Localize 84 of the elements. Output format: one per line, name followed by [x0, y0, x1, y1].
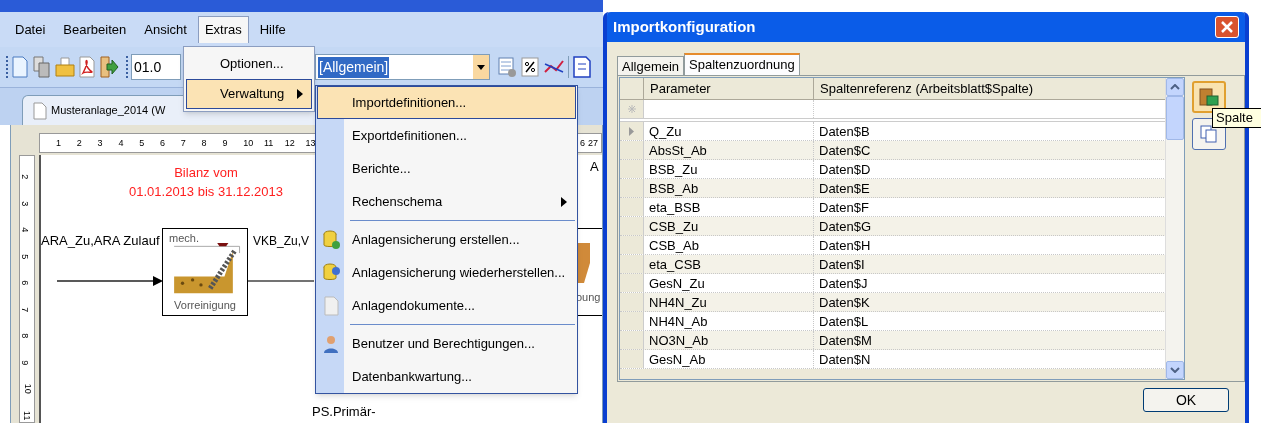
flow-label: A: [590, 158, 599, 176]
table-cell-text: Daten$L: [818, 313, 869, 330]
table-cell-text: Daten$J: [818, 275, 868, 292]
menu-item[interactable]: Anlagendokumente...: [317, 289, 576, 322]
menu-item[interactable]: Hilfe: [252, 15, 293, 44]
ruler-number: 10: [243, 137, 254, 150]
menu-item[interactable]: Bearbeiten: [56, 15, 134, 44]
ruler-number: 6: [160, 137, 165, 150]
menu-item[interactable]: Datei: [8, 15, 53, 44]
table-cell-text: Daten$N: [818, 351, 871, 368]
column-header[interactable]: Parameter: [644, 78, 814, 99]
table-cell: GesN_Zu: [644, 274, 814, 292]
diagram-title: Bilanz vom: [173, 164, 239, 182]
table-cell: NO3N_Ab: [644, 331, 814, 349]
view-combo[interactable]: [Allgemein]: [315, 54, 490, 80]
table-cell: CSB_Ab: [644, 236, 814, 254]
ruler-number: 3: [19, 200, 32, 206]
ruler-number: 9: [19, 359, 32, 365]
ruler-number: 4: [118, 137, 124, 150]
ruler-number: 4: [19, 227, 32, 233]
menu-item[interactable]: Importdefinitionen...: [317, 86, 576, 119]
table-cell-text: Daten$M: [818, 332, 872, 349]
ruler-number: 10: [21, 383, 34, 394]
tab[interactable]: Spaltenzuordnung: [684, 53, 800, 75]
date-field[interactable]: 01.0: [131, 54, 181, 80]
menu-item[interactable]: Datenbankwartung...: [317, 360, 576, 393]
tooltip: Spalte: [1212, 108, 1261, 128]
diagram-title: 01.01.2013 bis 31.12.2013: [128, 183, 284, 201]
table-cell: eta_CSB: [644, 255, 814, 273]
menu-item[interactable]: Anlagensicherung wiederherstellen...: [317, 256, 576, 289]
menu-item[interactable]: Anlagensicherung erstellen...: [317, 223, 576, 256]
ruler-number: 6: [19, 280, 32, 286]
ruler-number: 1: [56, 137, 61, 150]
ruler-number: 27: [588, 137, 598, 150]
table-cell-text: Daten$C: [818, 142, 871, 159]
table-cell-text: Daten$G: [818, 218, 872, 235]
menu-item[interactable]: Benutzer und Berechtigungen...: [317, 327, 576, 360]
table-cell: NH4N_Ab: [644, 312, 814, 330]
table-cell-text: Daten$H: [818, 237, 871, 254]
dialog-title: Importkonfiguration: [613, 16, 756, 37]
table-cell: GesN_Ab: [644, 350, 814, 368]
ruler-number: 7: [19, 306, 32, 312]
table-cell-text: Daten$K: [818, 294, 870, 311]
ruler-number: 8: [19, 333, 32, 339]
table-cell-text: Daten$I: [818, 256, 865, 273]
ruler-number: 12: [284, 137, 295, 150]
ruler-number: 3: [97, 137, 103, 150]
flow-label: ARA_Zu,ARA Zulauf: [41, 232, 160, 250]
ok-button[interactable]: OK: [1143, 388, 1229, 412]
menu-item[interactable]: Extras: [197, 16, 249, 43]
table-cell-text: Daten$D: [818, 161, 871, 178]
table-cell-text: Daten$E: [818, 180, 870, 197]
table-cell-text: Daten$F: [818, 199, 869, 216]
process-unit[interactable]: mech. Vorreinigung: [162, 228, 248, 316]
ruler-number: 11: [264, 137, 274, 150]
ruler-number: 2: [19, 174, 32, 180]
ruler-number: 8: [201, 137, 207, 150]
menu-item[interactable]: Rechenschema: [317, 185, 576, 218]
ruler-number: 5: [139, 137, 145, 150]
ruler-number: 7: [180, 137, 186, 150]
table-cell: BSB_Zu: [644, 160, 814, 178]
flow-label: PS.Primär-: [312, 403, 376, 421]
column-header[interactable]: Spaltenreferenz (Arbeitsblatt$Spalte): [814, 78, 1164, 99]
table-cell-text: Daten$B: [818, 123, 870, 140]
table-cell: Q_Zu: [644, 122, 814, 140]
tab[interactable]: Allgemein: [617, 56, 685, 75]
ruler-number: 6: [580, 137, 585, 150]
table-cell: BSB_Ab: [644, 179, 814, 197]
ruler-number: 2: [76, 137, 82, 150]
table-cell: CSB_Zu: [644, 217, 814, 235]
menu-item[interactable]: Optionen...: [186, 49, 312, 79]
menu-item[interactable]: Berichte...: [317, 152, 576, 185]
ruler-number: 9: [222, 137, 228, 150]
menu-item[interactable]: Ansicht: [137, 15, 194, 44]
table-cell: eta_BSB: [644, 198, 814, 216]
menu-item[interactable]: Verwaltung: [186, 79, 312, 109]
ruler-number: 11: [21, 410, 34, 420]
table-cell: NH4N_Zu: [644, 293, 814, 311]
unit-tag: mech.: [169, 230, 199, 247]
table-cell: AbsSt_Ab: [644, 141, 814, 159]
ruler-number: 13: [305, 137, 316, 150]
ruler-number: 5: [19, 253, 32, 259]
unit-label: Vorreinigung: [173, 298, 237, 313]
flow-label: VKB_Zu,V: [253, 233, 310, 250]
